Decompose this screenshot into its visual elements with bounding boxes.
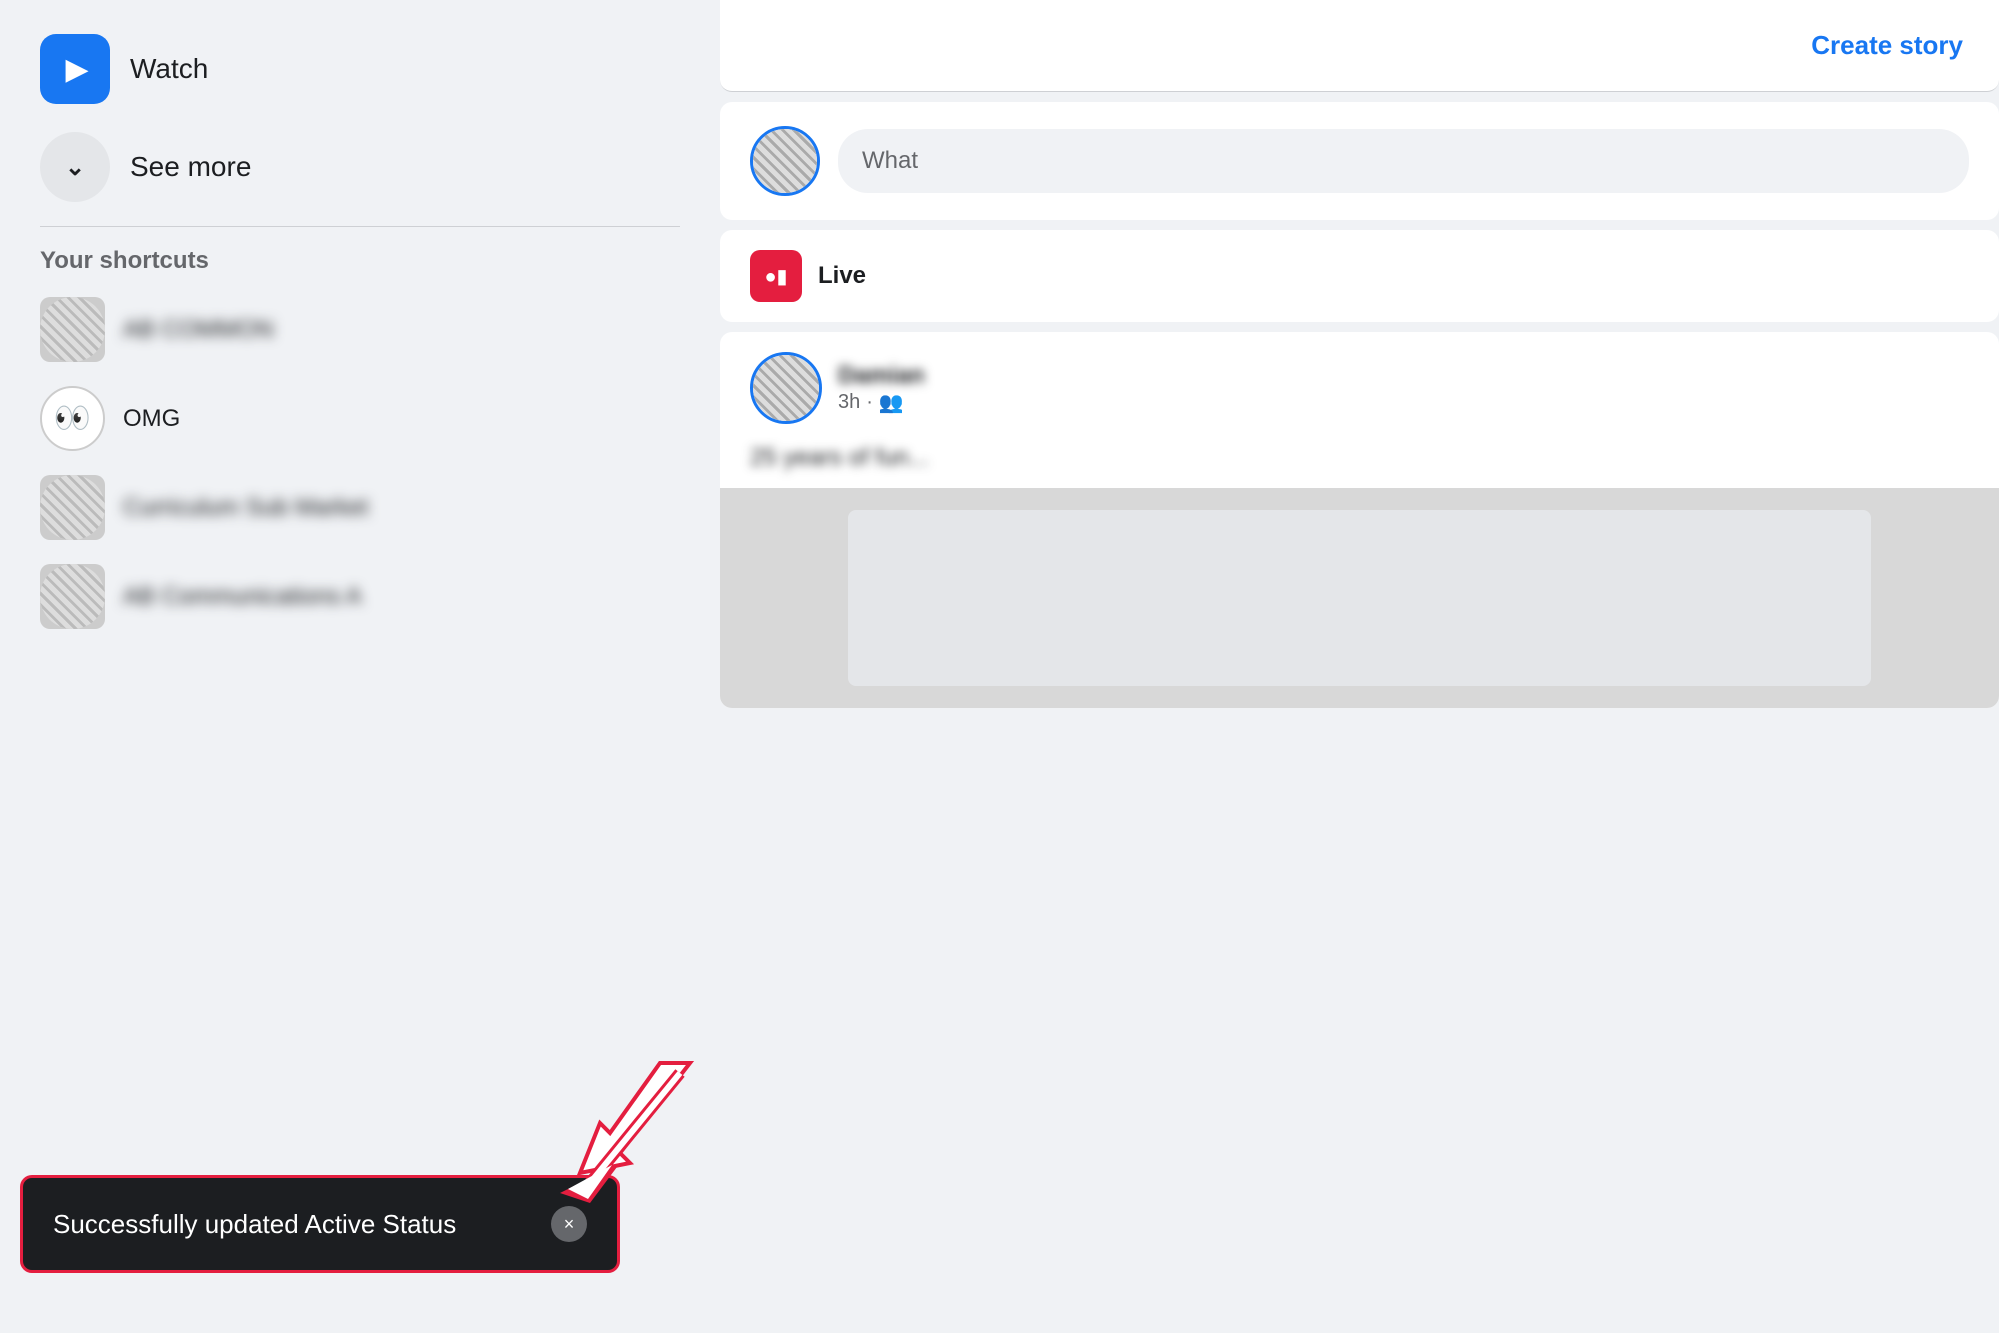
post-input[interactable]: What bbox=[838, 129, 1969, 193]
shortcut-name-3: Curriculum Sub Market bbox=[123, 494, 368, 522]
live-label: Live bbox=[818, 262, 866, 290]
shortcut-avatar-2: 👀 bbox=[40, 386, 105, 451]
shortcuts-title: Your shortcuts bbox=[30, 247, 690, 275]
left-sidebar: Watch ⌄ See more Your shortcuts AB COMMO… bbox=[0, 0, 720, 1333]
create-story-card: Create story bbox=[720, 0, 1999, 92]
feed-post-meta: Damian 3h · 👥 bbox=[838, 362, 925, 415]
shortcut-name-2: OMG bbox=[123, 405, 180, 433]
friends-icon: 👥 bbox=[879, 390, 904, 415]
live-card[interactable]: ●▮ Live bbox=[720, 230, 1999, 322]
feed-post-body: 25 years of fun... bbox=[720, 444, 1999, 488]
shortcut-avatar-1 bbox=[40, 297, 105, 362]
shortcut-item-3[interactable]: Curriculum Sub Market bbox=[30, 463, 690, 552]
shortcut-name-4: AB Communications A bbox=[123, 583, 362, 611]
toast-message: Successfully updated Active Status bbox=[53, 1209, 456, 1240]
see-more-label: See more bbox=[130, 151, 251, 183]
feed-post-author: Damian bbox=[838, 362, 925, 390]
feed-post-time: 3h · 👥 bbox=[838, 390, 925, 415]
shortcut-item-4[interactable]: AB Communications A bbox=[30, 552, 690, 641]
shortcut-avatar-3 bbox=[40, 475, 105, 540]
shortcut-avatar-4 bbox=[40, 564, 105, 629]
shortcut-item-2[interactable]: 👀 OMG bbox=[30, 374, 690, 463]
divider bbox=[40, 226, 680, 227]
arrow-annotation bbox=[530, 1053, 710, 1213]
watch-label: Watch bbox=[130, 53, 208, 85]
user-avatar bbox=[750, 126, 820, 196]
nav-item-watch[interactable]: Watch bbox=[30, 20, 690, 118]
create-story-button[interactable]: Create story bbox=[1811, 30, 1963, 61]
feed-post-image bbox=[720, 488, 1999, 708]
post-input-card: What bbox=[720, 102, 1999, 220]
watch-icon bbox=[40, 34, 110, 104]
feed-post-header: Damian 3h · 👥 bbox=[720, 332, 1999, 444]
chevron-down-icon: ⌄ bbox=[40, 132, 110, 202]
shortcut-item-1[interactable]: AB COMMON bbox=[30, 285, 690, 374]
shortcut-name-1: AB COMMON bbox=[123, 316, 274, 344]
feed-post-card: Damian 3h · 👥 25 years of fun... bbox=[720, 332, 1999, 708]
nav-item-see-more[interactable]: ⌄ See more bbox=[30, 118, 690, 216]
right-panel: Create story What ●▮ Live Damian 3h · 👥 bbox=[720, 0, 1999, 1333]
feed-post-avatar bbox=[750, 352, 822, 424]
live-icon: ●▮ bbox=[750, 250, 802, 302]
